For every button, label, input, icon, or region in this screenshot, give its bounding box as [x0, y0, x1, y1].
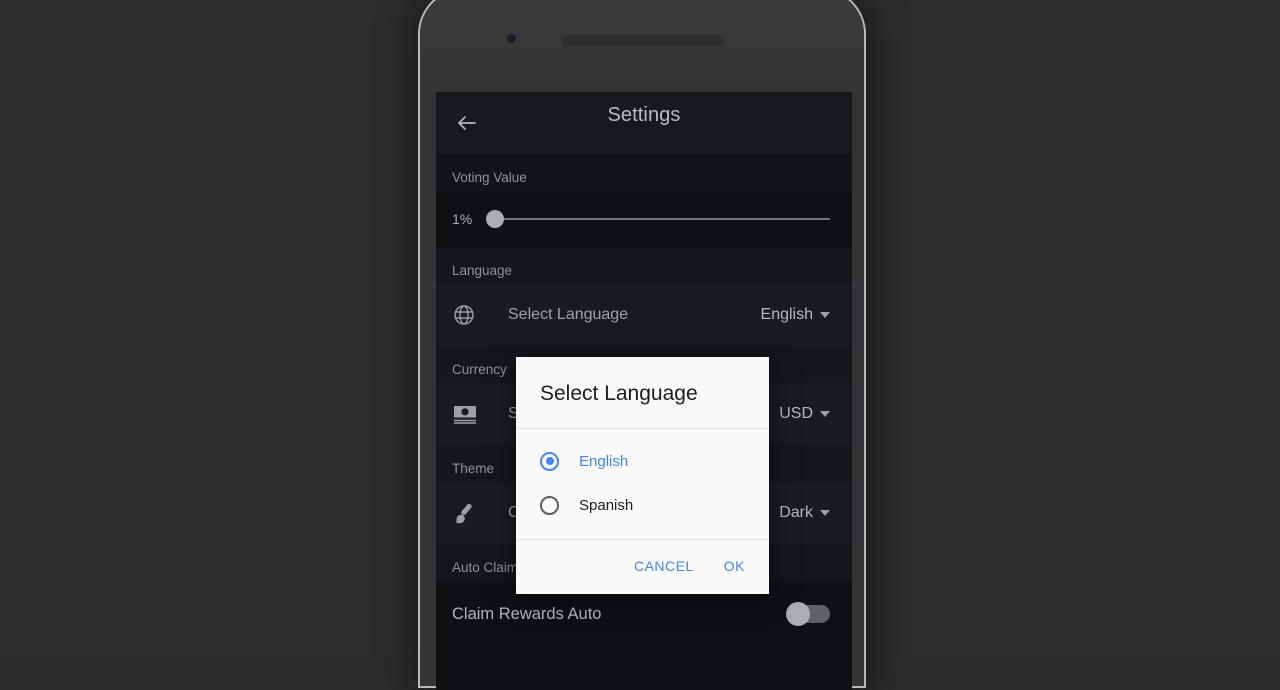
section-header-voting: Voting Value	[436, 154, 852, 191]
chevron-down-icon	[820, 312, 830, 318]
row-value-language[interactable]: English	[761, 306, 830, 324]
voting-value-slider-row: 1%	[436, 191, 852, 247]
row-select-language[interactable]: Select Language English	[436, 284, 852, 346]
radio-option-english[interactable]: English	[516, 439, 769, 483]
slider-track	[486, 218, 830, 220]
globe-icon	[452, 303, 486, 327]
app-bar: Settings	[436, 92, 852, 154]
theme-value-text: Dark	[779, 504, 813, 521]
phone-bezel-top	[420, 0, 864, 100]
brush-icon	[452, 500, 486, 526]
toggle-thumb[interactable]	[786, 602, 810, 626]
front-camera-icon	[507, 34, 516, 43]
row-value-currency[interactable]: USD	[779, 405, 830, 423]
radio-label-english: English	[579, 452, 629, 470]
slider-thumb[interactable]	[486, 210, 504, 228]
money-icon	[452, 404, 486, 424]
radio-option-spanish[interactable]: Spanish	[516, 483, 769, 527]
language-value-text: English	[760, 306, 813, 323]
radio-icon-english[interactable]	[540, 451, 559, 471]
earpiece-speaker	[562, 35, 724, 46]
ok-button[interactable]: OK	[722, 554, 747, 578]
section-header-language: Language	[436, 247, 852, 284]
chevron-down-icon	[820, 510, 830, 516]
select-language-dialog: Select Language English Spanish CANCEL O…	[516, 357, 769, 594]
dialog-actions: CANCEL OK	[516, 540, 769, 594]
claim-rewards-auto-toggle[interactable]	[786, 602, 830, 626]
radio-label-spanish: Spanish	[579, 496, 634, 514]
cancel-button[interactable]: CANCEL	[632, 554, 696, 578]
page-title: Settings	[607, 104, 681, 126]
dialog-radio-group: English Spanish	[516, 429, 769, 540]
voting-value-label: 1%	[452, 211, 473, 227]
currency-value-text: USD	[779, 405, 813, 422]
row-value-theme[interactable]: Dark	[779, 504, 830, 522]
chevron-down-icon	[820, 411, 830, 417]
radio-icon-spanish[interactable]	[540, 495, 559, 515]
dialog-title: Select Language	[516, 357, 769, 429]
row-label-select-language: Select Language	[508, 306, 629, 323]
row-label-claim-rewards-auto: Claim Rewards Auto	[452, 604, 602, 623]
voting-value-slider[interactable]	[486, 208, 830, 230]
